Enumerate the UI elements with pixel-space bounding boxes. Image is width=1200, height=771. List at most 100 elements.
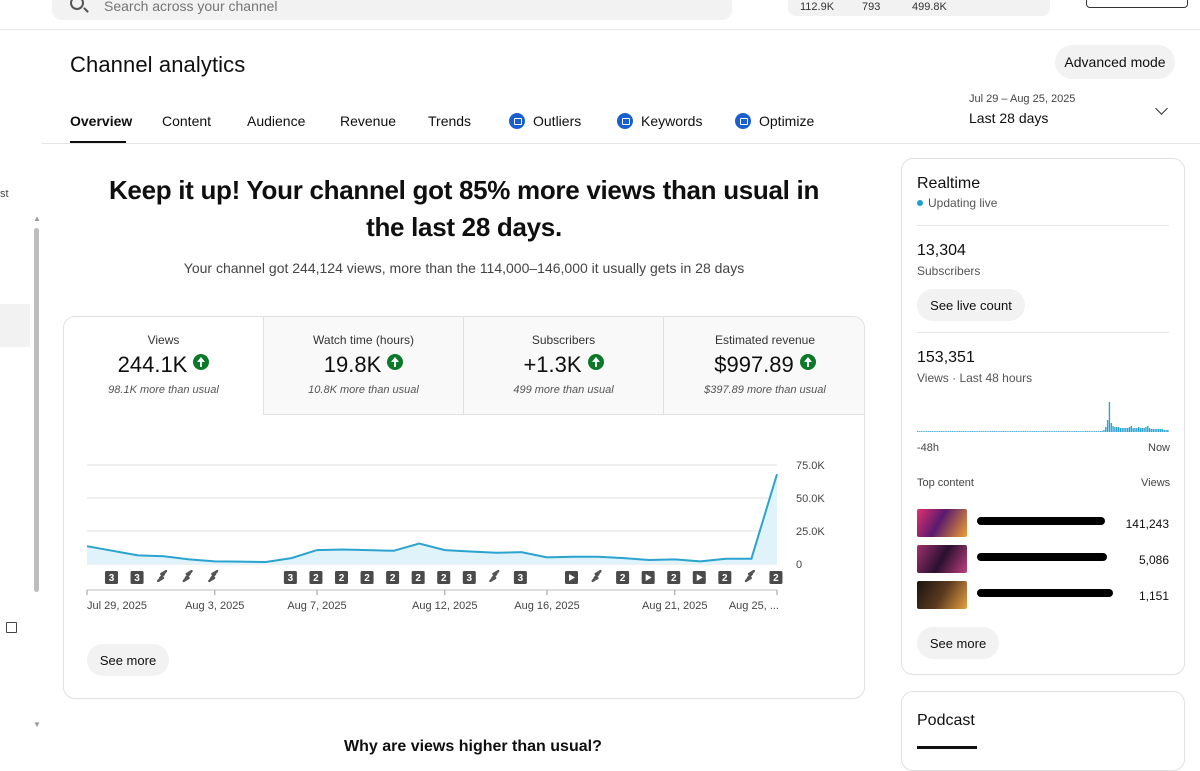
upload-count-marker[interactable]: 3 (105, 571, 118, 584)
upload-count-marker[interactable]: 2 (335, 571, 348, 584)
upload-count-marker[interactable]: 3 (462, 571, 476, 584)
tab-trends[interactable]: Trends (428, 113, 471, 129)
sparkline-bar (1156, 429, 1158, 432)
stat-1: 112.9K (800, 1, 835, 13)
chevron-down-icon[interactable] (1155, 102, 1168, 115)
upload-count-marker[interactable]: 2 (437, 571, 451, 584)
upload-count-marker[interactable]: 2 (411, 571, 425, 584)
sparkline-bar (1037, 431, 1039, 432)
sparkline-bar (1145, 427, 1147, 432)
realtime-card: Realtime Updating live 13,304 Subscriber… (901, 158, 1185, 675)
shorts-marker-icon[interactable] (744, 569, 755, 583)
external-link-icon[interactable] (6, 622, 17, 633)
tab-keywords[interactable]: Keywords (617, 113, 702, 129)
tab-audience[interactable]: Audience (247, 113, 305, 129)
sparkline-bar (1063, 431, 1065, 432)
see-live-count-button[interactable]: See live count (917, 289, 1025, 321)
video-marker-icon[interactable] (692, 571, 706, 584)
sparkline-bar (937, 431, 939, 432)
sparkline-bar (942, 431, 944, 432)
metric-views[interactable]: Views 244.1K 98.1K more than usual (64, 317, 264, 415)
sparkline-bar (973, 431, 975, 432)
sparkline-bar (1024, 431, 1027, 432)
svg-text:3: 3 (288, 573, 294, 584)
upload-count-marker[interactable]: 2 (309, 571, 323, 584)
sparkline-bar (1141, 428, 1143, 432)
metric-subscribers[interactable]: Subscribers +1.3K 499 more than usual (464, 317, 664, 415)
tab-overview[interactable]: Overview (70, 113, 132, 129)
sparkline-bar (951, 431, 954, 432)
channel-stats-pill[interactable]: 112.9K 793 499.8K (788, 0, 1050, 16)
shorts-marker-icon[interactable] (489, 569, 500, 583)
sidebar-item-selected[interactable] (0, 304, 30, 347)
advanced-mode-button[interactable]: Advanced mode (1055, 45, 1175, 79)
sparkline-bar (929, 431, 932, 432)
live-status: Updating live (917, 196, 997, 210)
tab-optimize[interactable]: Optimize (735, 113, 814, 129)
tab-revenue[interactable]: Revenue (340, 113, 396, 129)
upload-count-marker[interactable]: 3 (130, 571, 144, 584)
see-more-button[interactable]: See more (87, 644, 169, 676)
top-content-item[interactable]: 141,243 (917, 509, 1169, 539)
sparkline-bar (1033, 431, 1036, 432)
sparkline-bar (1106, 420, 1109, 432)
video-thumbnail[interactable] (917, 581, 967, 609)
sparkline-bar (1026, 431, 1028, 432)
sidebar-scrollbar[interactable] (34, 228, 39, 592)
sparkline-bar (1147, 426, 1149, 432)
tab-keywords-label: Keywords (641, 113, 703, 129)
sparkline-bar (1167, 430, 1169, 432)
sparkline-bar (1108, 402, 1111, 432)
sparkline-bar (1008, 431, 1010, 432)
upload-count-marker[interactable]: 2 (360, 571, 374, 584)
sparkline-bar (922, 431, 924, 432)
top-content-item[interactable]: 1,151 (917, 581, 1169, 611)
scroll-up-arrow-icon[interactable]: ▲ (33, 214, 41, 223)
sparkline-bar (1030, 431, 1032, 432)
sparkline-bar (1088, 431, 1091, 432)
upload-count-marker[interactable]: 2 (386, 571, 400, 584)
realtime-see-more-button[interactable]: See more (917, 627, 999, 659)
video-marker-icon[interactable] (641, 571, 655, 584)
upload-count-marker[interactable]: 2 (769, 571, 783, 584)
upload-count-marker[interactable]: 3 (513, 571, 527, 584)
shorts-marker-icon[interactable] (208, 569, 219, 583)
subheadline: Your channel got 244,124 views, more tha… (183, 260, 745, 276)
sparkline-bar (948, 431, 950, 432)
tab-outliers[interactable]: Outliers (509, 113, 581, 129)
sparkline-bar (1044, 431, 1047, 432)
tab-content[interactable]: Content (162, 113, 211, 129)
realtime-views: 153,351 (917, 349, 975, 366)
upload-count-marker[interactable]: 3 (283, 571, 297, 584)
realtime-sparkline[interactable] (917, 397, 1169, 435)
shorts-marker-icon[interactable] (182, 569, 193, 583)
sparkline-bar (1161, 429, 1164, 432)
sparkline-bar (1158, 429, 1160, 432)
video-thumbnail[interactable] (917, 545, 967, 573)
upload-count-marker[interactable]: 2 (667, 571, 681, 584)
x-tick-label: Aug 3, 2025 (185, 600, 244, 612)
metric-label: Subscribers (531, 333, 596, 347)
profile-button[interactable] (1086, 0, 1188, 8)
sparkline-bar (1035, 431, 1038, 432)
upload-count-marker[interactable]: 2 (616, 571, 630, 584)
top-content-item[interactable]: 5,086 (917, 545, 1169, 575)
video-marker-icon[interactable] (565, 571, 578, 584)
sparkline-bar (1150, 429, 1153, 432)
svg-text:2: 2 (415, 573, 421, 584)
search-input[interactable] (104, 0, 604, 14)
sparkline-bar (1097, 431, 1100, 432)
sparkline-bar (1116, 427, 1118, 432)
video-thumbnail[interactable] (917, 509, 967, 537)
search-bar[interactable] (52, 0, 732, 20)
sparkline-bar (975, 431, 977, 432)
views-chart[interactable]: 0 25.0K 50.0K 75.0K 3 3 3 2 2 2 2 2 2 3 3 2 2 2 2 Jul 29, 2… (64, 415, 864, 630)
metric-watch-time[interactable]: Watch time (hours) 19.8K 10.8K more than… (264, 317, 464, 415)
svg-text:3: 3 (518, 573, 524, 584)
upload-count-marker[interactable]: 2 (718, 571, 732, 584)
shorts-marker-icon[interactable] (591, 569, 602, 583)
shorts-marker-icon[interactable] (157, 569, 168, 583)
metric-revenue[interactable]: Estimated revenue $997.89 $397.89 more t… (664, 317, 864, 415)
scroll-down-arrow-icon[interactable]: ▼ (33, 720, 41, 729)
svg-text:2: 2 (722, 573, 728, 584)
